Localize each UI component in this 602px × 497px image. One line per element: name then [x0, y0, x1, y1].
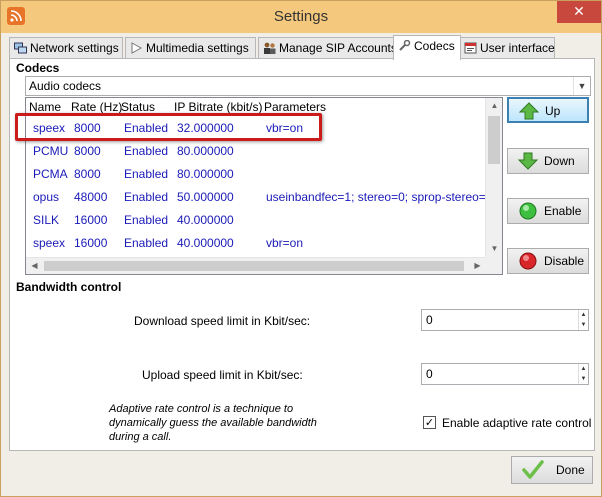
codec-name: PCMU	[33, 144, 69, 158]
codec-bitrate: 50.000000	[177, 190, 234, 204]
tab-user-interface[interactable]: User interface	[459, 37, 555, 59]
ui-icon	[464, 42, 477, 54]
adaptive-rate-checkbox[interactable]: ✓	[423, 416, 436, 429]
upload-limit-spinbox[interactable]: 0 ▲ ▼	[421, 363, 589, 385]
users-icon	[264, 42, 276, 54]
chevron-down-icon[interactable]: ▼	[573, 77, 590, 95]
codec-params: useinbandfec=1; stereo=0; sprop-stereo=(	[266, 190, 490, 204]
move-down-button[interactable]: Down	[507, 148, 589, 174]
codec-bitrate: 80.000000	[177, 144, 234, 158]
scroll-down-arrow-icon[interactable]: ▼	[486, 244, 502, 253]
codec-row[interactable]: speex 16000 Enabled 40.000000 vbr=on	[26, 233, 486, 253]
move-up-button[interactable]: Up	[507, 97, 589, 123]
settings-window: Settings ✕ Network settings Multimedia s…	[0, 0, 602, 497]
codec-row[interactable]: PCMU 8000 Enabled 80.000000	[26, 141, 486, 161]
wrench-icon	[399, 40, 411, 51]
codec-status: Enabled	[124, 144, 169, 158]
codec-bitrate: 40.000000	[177, 236, 234, 250]
tab-label: Manage SIP Accounts	[279, 41, 397, 55]
arrow-up-icon	[519, 102, 539, 120]
download-limit-spinbox[interactable]: 0 ▲ ▼	[421, 309, 589, 331]
codec-rate: 8000	[74, 167, 101, 181]
scroll-left-arrow-icon[interactable]: ◀	[26, 261, 43, 270]
horizontal-scrollbar[interactable]: ◀ ▶	[26, 257, 486, 274]
codec-params: vbr=on	[266, 236, 304, 250]
codec-bitrate: 80.000000	[177, 167, 234, 181]
codec-name: speex	[33, 236, 66, 250]
column-header-status[interactable]: Status	[121, 100, 155, 114]
horizontal-scroll-thumb[interactable]	[44, 261, 464, 271]
column-header-parameters[interactable]: Parameters	[264, 100, 326, 114]
upload-limit-value: 0	[426, 367, 433, 381]
vertical-scroll-thumb[interactable]	[488, 116, 500, 164]
close-button[interactable]: ✕	[557, 1, 601, 23]
adaptive-rate-label[interactable]: Enable adaptive rate control	[442, 416, 591, 430]
window-title: Settings	[273, 8, 329, 25]
green-circle-icon	[519, 202, 537, 220]
checkmark-icon	[522, 460, 544, 479]
enable-button[interactable]: Enable	[507, 198, 589, 224]
codec-status: Enabled	[124, 190, 169, 204]
spin-arrows-icon[interactable]: ▲ ▼	[578, 310, 588, 330]
adaptive-rate-note: Adaptive rate control is a technique to …	[109, 403, 317, 443]
play-icon	[131, 42, 143, 54]
codec-type-value: Audio codecs	[29, 79, 102, 93]
codec-status: Enabled	[124, 236, 169, 250]
column-header-name[interactable]: Name	[29, 100, 61, 114]
disable-label: Disable	[544, 254, 585, 268]
codec-status: Enabled	[124, 167, 169, 181]
codec-row[interactable]: PCMA 8000 Enabled 80.000000	[26, 164, 486, 184]
scroll-right-arrow-icon[interactable]: ▶	[469, 261, 486, 270]
vertical-scrollbar[interactable]: ▲ ▼	[485, 98, 502, 258]
codec-rate: 16000	[74, 236, 108, 250]
tab-codecs[interactable]: Codecs	[393, 35, 461, 60]
red-circle-icon	[519, 252, 537, 270]
scrollbar-corner	[485, 257, 502, 274]
tab-label: Codecs	[414, 39, 455, 53]
done-button[interactable]: Done	[511, 456, 593, 484]
tab-manage-sip-accounts[interactable]: Manage SIP Accounts	[258, 37, 398, 59]
tab-label: User interface	[480, 41, 555, 55]
spin-arrows-icon[interactable]: ▲ ▼	[578, 364, 588, 384]
codec-name: opus	[33, 190, 60, 204]
codec-type-select[interactable]: Audio codecs ▼	[25, 76, 591, 96]
disable-button[interactable]: Disable	[507, 248, 589, 274]
title-bar[interactable]: Settings ✕	[1, 1, 601, 33]
down-label: Down	[544, 154, 575, 168]
highlight-annotation-box	[15, 113, 322, 141]
download-limit-value: 0	[426, 313, 433, 327]
codec-row[interactable]: opus 48000 Enabled 50.000000 useinbandfe…	[26, 187, 490, 207]
codec-status: Enabled	[124, 213, 169, 227]
network-icon	[14, 42, 27, 54]
download-limit-label: Download speed limit in Kbit/sec:	[134, 314, 311, 328]
codec-rate: 48000	[74, 190, 108, 204]
tab-label: Multimedia settings	[146, 41, 249, 55]
codec-name: SILK	[33, 213, 60, 227]
column-header-rate[interactable]: Rate (Hz)	[71, 100, 122, 114]
tab-multimedia-settings[interactable]: Multimedia settings	[125, 37, 256, 59]
codec-row[interactable]: SILK 16000 Enabled 40.000000	[26, 210, 486, 230]
bandwidth-section-title: Bandwidth control	[16, 280, 122, 294]
codec-bitrate: 40.000000	[177, 213, 234, 227]
column-header-bitrate[interactable]: IP Bitrate (kbit/s)	[174, 100, 262, 114]
tab-network-settings[interactable]: Network settings	[9, 37, 123, 59]
enable-label: Enable	[544, 204, 582, 218]
done-label: Done	[556, 463, 585, 477]
tab-label: Network settings	[30, 41, 119, 55]
codecs-section-title: Codecs	[16, 61, 60, 75]
codec-rate: 16000	[74, 213, 108, 227]
codec-rate: 8000	[74, 144, 101, 158]
scroll-up-arrow-icon[interactable]: ▲	[486, 101, 502, 110]
arrow-down-icon	[518, 152, 538, 170]
upload-limit-label: Upload speed limit in Kbit/sec:	[142, 368, 303, 382]
up-label: Up	[545, 104, 561, 118]
codec-name: PCMA	[33, 167, 68, 181]
